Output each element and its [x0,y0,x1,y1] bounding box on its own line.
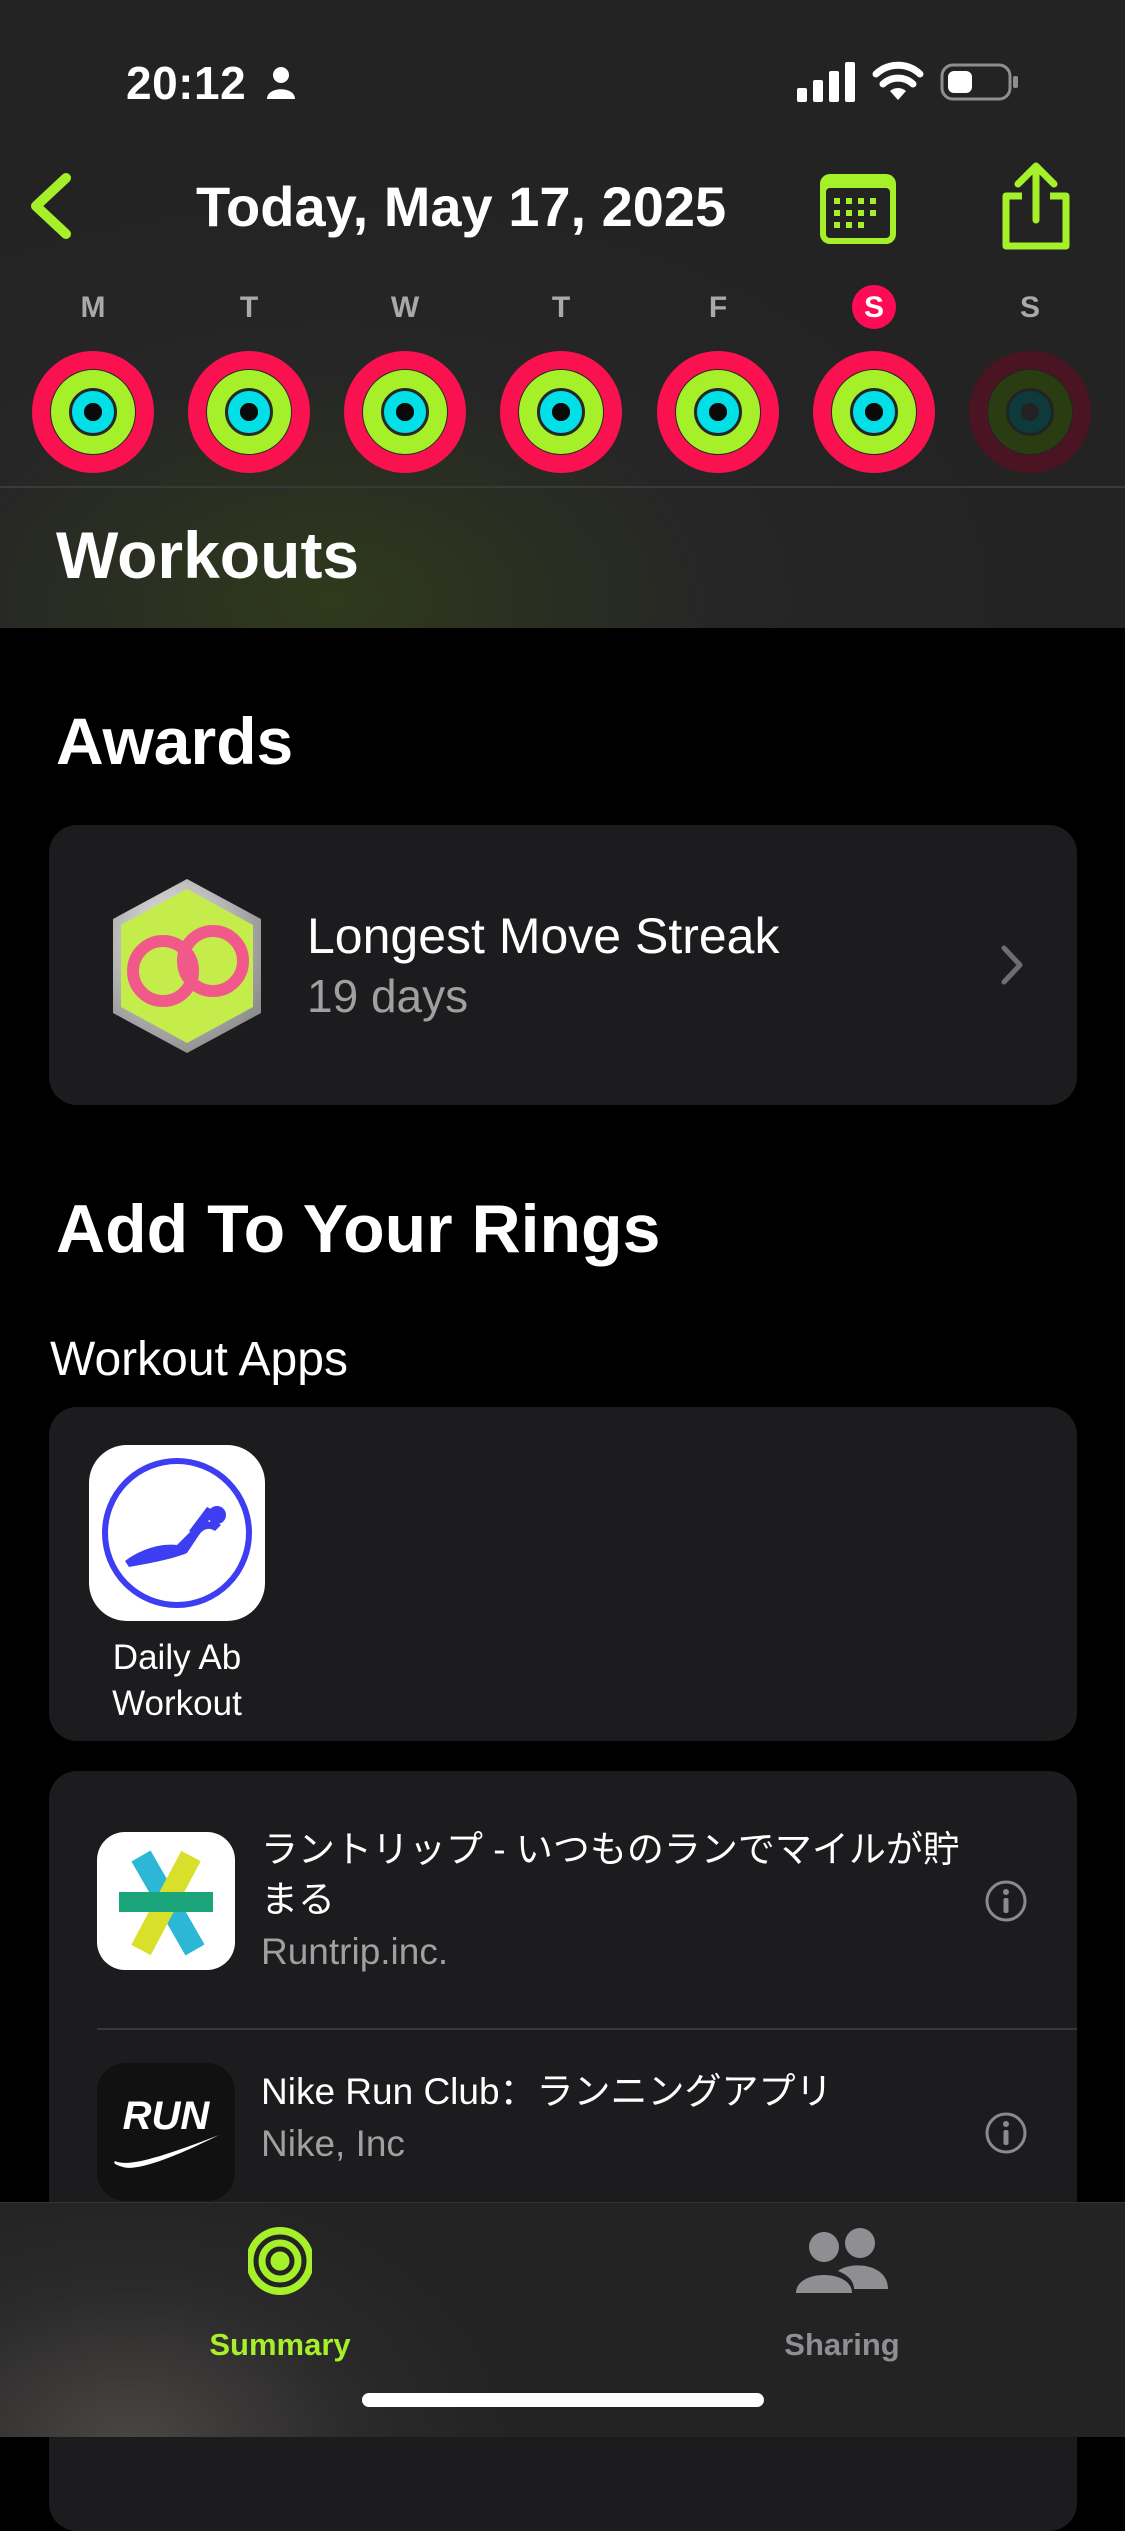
activity-rings-icon [188,351,310,473]
week-strip: M T W T F S S [0,285,1125,485]
cellular-signal-icon [797,62,855,102]
section-subtitle-workout-apps: Workout Apps [50,1333,348,1386]
list-item-title: ラントリップ - いつものランでマイルが貯まる [261,1829,960,1920]
day-letter: F [708,291,728,324]
list-item-runtrip[interactable]: ラントリップ - いつものランでマイルが貯まる Runtrip.inc. [49,1771,1077,2001]
activity-rings-icon [813,351,935,473]
activity-rings-icon [657,351,779,473]
app-name: Daily Ab Workout [112,1638,242,1723]
activity-rings-icon [32,351,154,473]
status-time: 20:12 [126,57,247,109]
section-title-add-rings: Add To Your Rings [56,1191,661,1267]
tab-label: Summary [209,2327,351,2362]
day-letter: T [551,291,571,324]
list-item-subtitle: Nike, Inc [261,2123,405,2164]
day-letter: M [80,291,106,324]
status-bar: 20:12 [0,0,1125,160]
info-icon[interactable] [984,1879,1028,1923]
info-icon[interactable] [984,2111,1028,2155]
app-tile-daily-ab-workout[interactable]: Daily Ab Workout [89,1445,265,1729]
section-title-workouts: Workouts [56,518,360,592]
person-icon [267,67,295,99]
activity-rings-icon [500,351,622,473]
day-wednesday[interactable]: W [335,285,475,485]
list-divider [97,2028,1077,2030]
section-title-awards: Awards [56,704,294,778]
activity-rings-icon [344,351,466,473]
award-title: Longest Move Streak [307,908,780,964]
list-item-subtitle: Runtrip.inc. [261,1931,449,1972]
day-letter: W [390,291,420,324]
summary-rings-icon [248,2227,312,2295]
tab-label: Sharing [784,2327,900,2362]
page-title: Today, May 17, 2025 [196,175,727,238]
daily-ab-workout-icon [89,1445,265,1621]
day-thursday[interactable]: T [491,285,631,485]
nike-run-club-icon: RUN [97,2063,235,2201]
day-letter: T [239,291,259,324]
tab-summary[interactable]: Summary [130,2223,430,2383]
tab-sharing[interactable]: Sharing [692,2223,992,2383]
day-monday[interactable]: M [23,285,163,485]
move-streak-badge-icon [113,879,261,1053]
home-indicator [362,2393,764,2407]
list-item-title: Nike Run Club：ランニングアプリ [261,2071,833,2112]
header-divider [0,486,1125,488]
award-subtitle: 19 days [307,970,469,1022]
chevron-right-icon [1001,945,1023,985]
battery-icon [940,63,1018,101]
day-letter: S [863,291,884,324]
sharing-people-icon [796,2228,888,2293]
workout-apps-card: Daily Ab Workout [49,1407,1077,1741]
activity-rings-empty-icon [969,351,1091,473]
day-letter: S [1019,291,1040,324]
day-tuesday[interactable]: T [179,285,319,485]
day-friday[interactable]: F [648,285,788,485]
chevron-left-icon[interactable] [22,170,78,242]
award-card[interactable]: Longest Move Streak 19 days [49,825,1077,1105]
nike-icon-text: RUN [123,2094,211,2138]
day-sunday[interactable]: S [960,285,1100,485]
calendar-icon[interactable] [818,170,898,246]
runtrip-app-icon [97,1832,235,1970]
day-saturday[interactable]: S [804,285,944,485]
share-icon[interactable] [996,162,1076,252]
wifi-icon [872,61,924,100]
